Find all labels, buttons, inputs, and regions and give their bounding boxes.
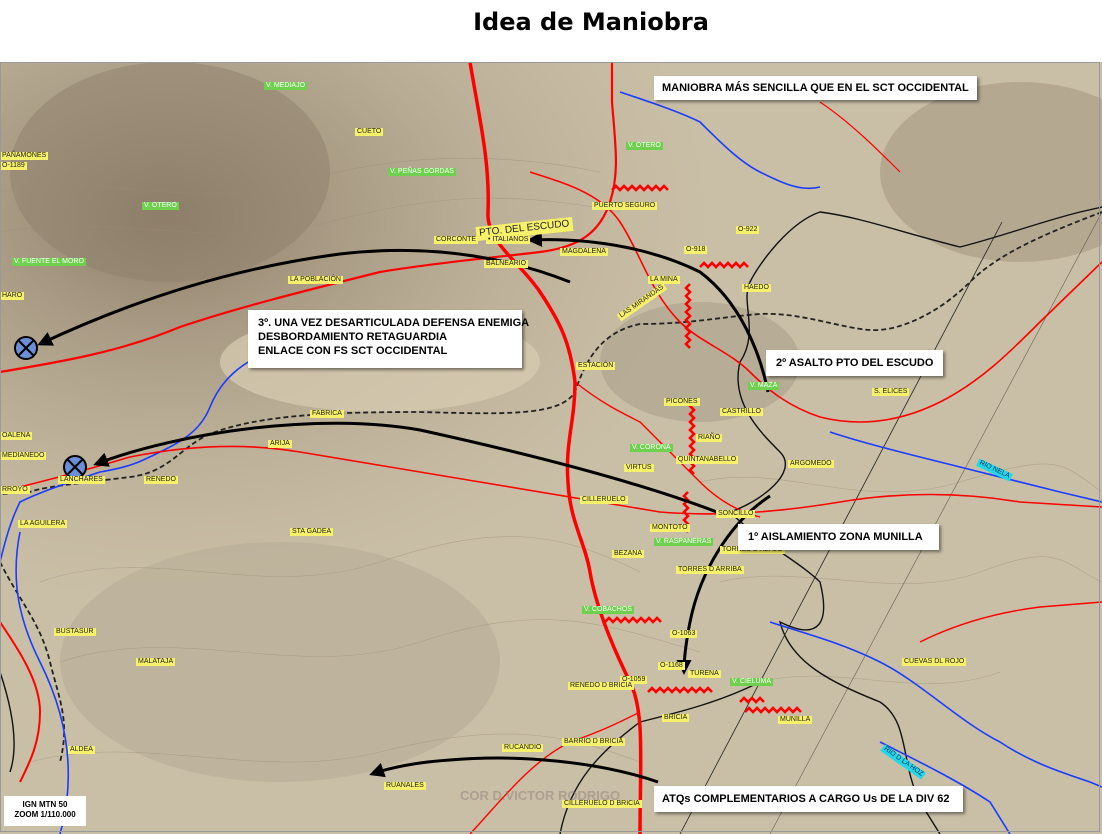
watermark: COR D.VICTOR RODRIGO	[460, 788, 621, 803]
callout-top: MANIOBRA MÁS SENCILLA QUE EN EL SCT OCCI…	[654, 76, 977, 100]
label-cueto: CUETO	[355, 128, 384, 136]
callout-phase3-line3: ENLACE CON FS SCT OCCIDENTAL	[258, 345, 448, 357]
label-cuevas-rojo: CUEVAS DL ROJO	[902, 658, 967, 666]
label-aldea: ALDEA	[68, 746, 95, 754]
label-la-mina: LA MINA	[648, 276, 680, 284]
label-renedo-bricia: RENEDO D BRICIA	[568, 682, 635, 690]
callout-phase3-line1: 3º. UNA VEZ DESARTICULADA DEFENSA ENEMIG…	[258, 317, 530, 329]
label-bricia: BRICIA	[662, 714, 690, 722]
label-soncillo: SONCILLO	[716, 510, 756, 518]
label-cilleruelo: CILLERUELO	[580, 496, 628, 504]
label-v-mediajo: V. MEDIAJO	[264, 82, 308, 90]
label-o922: O-922	[736, 226, 760, 234]
label-rucandio: RUCANDIO	[502, 744, 544, 752]
label-virtus: VIRTUS	[624, 464, 654, 472]
label-v-raspaneras: V. RASPANERAS	[654, 538, 714, 546]
label-v-maza: V. MAZA	[748, 382, 780, 390]
label-haedo: HAEDO	[742, 284, 771, 292]
label-argomedo: ARGOMEDO	[788, 460, 834, 468]
label-arija: ARIJA	[268, 440, 292, 448]
map-area[interactable]: PTO. DEL ESCUDO CUETO CORCONTE • ITALIAN…	[0, 62, 1102, 834]
label-ruanales: RUANALES	[384, 782, 426, 790]
label-montoto: MONTOTO	[650, 524, 690, 532]
label-munilla: MUNILLA	[778, 716, 813, 724]
label-v-penas-gordas: V. PEÑAS GORDAS	[388, 168, 456, 176]
callout-phase1: 1º AISLAMIENTO ZONA MUNILLA	[738, 524, 939, 550]
label-o1063: O-1063	[670, 630, 698, 638]
label-medianedo: MEDIANEDO	[0, 452, 47, 460]
label-v-otero-w: V. OTERO	[142, 202, 179, 210]
label-v-fuente-moro: V. FUENTE EL MORO	[12, 258, 86, 266]
callout-phase3: 3º. UNA VEZ DESARTICULADA DEFENSA ENEMIG…	[248, 310, 530, 368]
label-la-aguilera: LA AGUILERA	[18, 520, 68, 528]
callout-phase2: 2º ASALTO PTO DEL ESCUDO	[766, 350, 944, 376]
label-renedo: RENEDO	[144, 476, 178, 484]
label-v-otero-n: V. OTERO	[626, 142, 663, 150]
label-v-corona: V. CORONA	[630, 444, 673, 452]
label-haro: HARO	[0, 292, 25, 300]
scale-source: IGN MTN 50	[22, 800, 68, 809]
scale-box: IGN MTN 50 ZOOM 1/110.000	[4, 796, 86, 826]
label-castrillo: CASTRILLO	[720, 408, 763, 416]
label-fabrica: FABRICA	[310, 410, 344, 418]
label-puerto-seguro: PUERTO SEGURO	[592, 202, 658, 210]
map-canvas	[0, 62, 1102, 834]
label-panamones: PAÑAMONES	[0, 152, 49, 160]
label-riano: RIAÑO	[696, 434, 723, 442]
label-rroyo: RROYO	[0, 486, 30, 494]
label-sta-gadea: STA GADEA	[290, 528, 334, 536]
label-estacion: ESTACIÓN	[576, 362, 616, 370]
label-olalena: OALENA	[0, 432, 33, 440]
relief-shading-north	[10, 62, 330, 282]
label-picones: PICONES	[664, 398, 700, 406]
label-quintanabello: QUINTANABELLO	[676, 456, 739, 464]
label-bustasur: BUSTASUR	[54, 628, 96, 636]
scale-zoom: ZOOM 1/110.000	[14, 810, 76, 819]
label-bezana: BEZANA	[612, 550, 645, 558]
label-v-cieluma: V. CIELUMA	[730, 678, 774, 686]
label-turena: TURENA	[688, 670, 721, 678]
label-torres-arriba: TORRES D ARRIBA	[676, 566, 744, 574]
unit-symbol-1	[14, 336, 38, 360]
label-v-cobachos: V. COBACHOS	[582, 606, 634, 614]
label-o1168: O-1168	[658, 662, 685, 670]
label-o918: O-918	[684, 246, 708, 254]
label-magdalena: MAGDALENA	[560, 248, 608, 256]
unit-symbol-2	[63, 455, 87, 479]
map-title: Idea de Maniobra	[473, 8, 709, 36]
label-s-elices: S. ELICES	[872, 388, 910, 396]
label-la-poblacion: LA POBLACIÓN	[288, 276, 343, 284]
label-italianos: • ITALIANOS	[486, 236, 531, 244]
label-corconte: CORCONTE	[434, 236, 479, 244]
label-lanchares: LANCHARES	[58, 476, 105, 484]
relief-shading-south	[60, 542, 500, 782]
label-malataja: MALATAJA	[136, 658, 176, 666]
label-balneario: BALNEARIO	[484, 260, 529, 268]
callout-atq: ATQs COMPLEMENTARIOS A CARGO Us DE LA DI…	[654, 786, 964, 812]
label-o1189: O-1189	[0, 162, 27, 170]
callout-phase3-line2: DESBORDAMIENTO RETAGUARDIA	[258, 331, 448, 343]
label-barrio-bricia: BARRIO D BRICIA	[562, 738, 626, 746]
